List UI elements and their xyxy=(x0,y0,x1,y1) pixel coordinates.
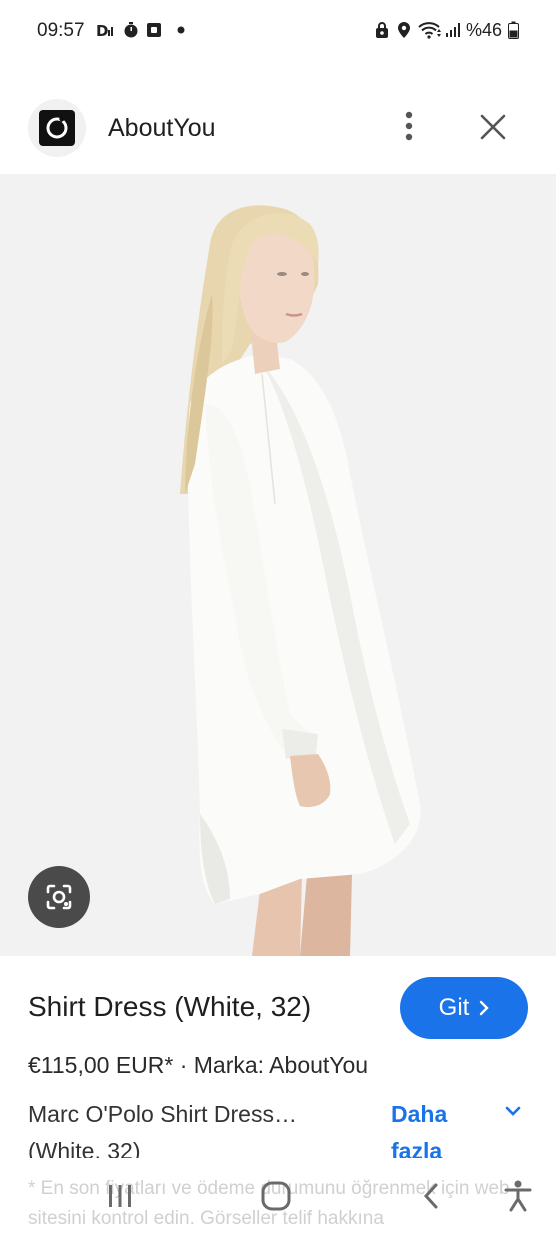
product-image[interactable] xyxy=(0,174,556,956)
more-link[interactable]: Daha fazla xyxy=(391,1096,471,1158)
accessibility-button[interactable] xyxy=(498,1176,538,1216)
chevron-down-icon[interactable] xyxy=(503,1101,523,1121)
timer-icon xyxy=(122,21,140,39)
square-app-icon xyxy=(145,21,163,39)
lock-icon xyxy=(374,21,390,39)
system-nav-bar xyxy=(0,1170,556,1220)
site-logo xyxy=(28,99,86,157)
status-time: 09:57 xyxy=(37,20,85,41)
google-lens-button[interactable] xyxy=(28,866,90,928)
recent-apps-button[interactable] xyxy=(100,1176,140,1216)
cell-signal-icon xyxy=(444,21,462,39)
close-icon xyxy=(480,114,506,140)
recent-apps-icon xyxy=(109,1185,131,1207)
signal-tool-icon: D xyxy=(95,21,117,39)
aboutyou-logo-icon xyxy=(39,110,75,146)
go-button-label: Git xyxy=(438,994,470,1021)
chevron-right-icon xyxy=(480,1000,490,1016)
battery-icon xyxy=(507,21,519,39)
close-button[interactable] xyxy=(474,108,512,146)
site-name: AboutYou xyxy=(108,114,216,142)
product-description: Marc O'Polo Shirt Dress… (White, 32) xyxy=(28,1101,297,1158)
price-and-brand: €115,00 EUR* · Marka: AboutYou xyxy=(28,1052,369,1078)
home-button[interactable] xyxy=(256,1176,296,1216)
lens-search-icon xyxy=(46,884,72,910)
screen: 09:57 D %46 AboutYou Shirt Dress (White,… xyxy=(0,0,556,1235)
site-header: AboutYou xyxy=(0,62,556,174)
battery-percent: %46 xyxy=(466,20,503,40)
svg-text:D: D xyxy=(96,22,108,39)
go-button[interactable]: Git xyxy=(400,977,528,1039)
dot-icon xyxy=(176,21,186,39)
home-icon xyxy=(261,1181,291,1211)
status-bar: 09:57 D %46 xyxy=(0,0,556,62)
accessibility-icon xyxy=(504,1180,532,1212)
back-button[interactable] xyxy=(411,1176,451,1216)
more-options-button[interactable] xyxy=(394,106,424,146)
location-icon xyxy=(396,21,412,39)
product-title: Shirt Dress (White, 32) xyxy=(28,991,312,1022)
wifi-icon xyxy=(418,21,442,39)
more-vert-icon xyxy=(405,111,413,141)
back-icon xyxy=(423,1183,438,1209)
model-in-white-dress-illustration xyxy=(0,174,556,956)
